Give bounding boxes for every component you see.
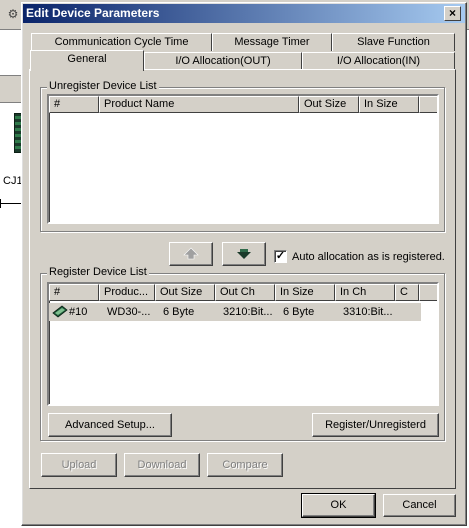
tab-slave-function[interactable]: Slave Function xyxy=(332,33,455,51)
column-header-out-size[interactable]: Out Size xyxy=(299,96,359,113)
column-header-in-size[interactable]: In Size xyxy=(275,284,335,301)
auto-allocation-checkbox[interactable]: ✓ xyxy=(274,250,287,263)
tab-io-allocation-in[interactable]: I/O Allocation(IN) xyxy=(302,52,455,70)
cell-out-ch: 3210:Bit... xyxy=(223,306,273,318)
column-header-product[interactable]: Produc... xyxy=(99,284,155,301)
column-header-out-ch[interactable]: Out Ch xyxy=(215,284,275,301)
column-header-out-size[interactable]: Out Size xyxy=(155,284,215,301)
network-line-tick xyxy=(0,199,1,208)
compare-button[interactable]: Compare xyxy=(207,453,283,477)
table-row[interactable]: #10 WD30-... 6 Byte 3210:Bit... 6 Byte 3… xyxy=(49,303,421,321)
tab-label: I/O Allocation(OUT) xyxy=(175,55,271,67)
arrow-down-icon xyxy=(237,249,251,259)
column-header-c[interactable]: C xyxy=(395,284,419,301)
move-up-button[interactable] xyxy=(169,242,213,266)
ok-button[interactable]: OK xyxy=(301,493,376,518)
arrow-up-icon xyxy=(183,247,199,260)
tab-label: Communication Cycle Time xyxy=(54,36,189,48)
cell-out-size: 6 Byte xyxy=(163,306,195,318)
gear-icon[interactable]: ⚙ xyxy=(6,7,20,21)
advanced-setup-button[interactable]: Advanced Setup... xyxy=(48,413,172,437)
upload-button[interactable]: Upload xyxy=(41,453,117,477)
cancel-button[interactable]: Cancel xyxy=(383,494,456,517)
column-header-product-name[interactable]: Product Name xyxy=(99,96,299,113)
dialog-title: Edit Device Parameters xyxy=(26,6,160,20)
column-header-in-ch[interactable]: In Ch xyxy=(335,284,395,301)
device-module-icon xyxy=(52,305,68,318)
move-down-button[interactable] xyxy=(222,242,266,266)
register-unregister-button[interactable]: Register/Unregisterd xyxy=(312,413,439,437)
tab-label: I/O Allocation(IN) xyxy=(336,55,421,67)
register-device-list[interactable]: # Produc... Out Size Out Ch In Size In C… xyxy=(47,282,439,406)
tab-label: Message Timer xyxy=(234,36,310,48)
column-header-filler xyxy=(419,284,437,301)
cell-number: #10 xyxy=(69,306,88,318)
register-device-group-label: Register Device List xyxy=(47,266,149,279)
tab-communication-cycle-time[interactable]: Communication Cycle Time xyxy=(31,33,212,51)
column-header-number[interactable]: # xyxy=(49,96,99,113)
close-button[interactable]: × xyxy=(444,6,461,21)
unregister-device-group-label: Unregister Device List xyxy=(47,80,159,93)
auto-allocation-label: Auto allocation as is registered. xyxy=(292,251,445,263)
tab-label: Slave Function xyxy=(357,36,430,48)
tab-label: General xyxy=(67,53,107,65)
close-icon: × xyxy=(448,6,456,20)
cell-c xyxy=(399,304,419,320)
cell-in-size: 6 Byte xyxy=(283,306,315,318)
unregister-device-list[interactable]: # Product Name Out Size In Size xyxy=(47,94,439,224)
download-button[interactable]: Download xyxy=(124,453,200,477)
column-header-number[interactable]: # xyxy=(49,284,99,301)
tab-io-allocation-out[interactable]: I/O Allocation(OUT) xyxy=(144,52,302,70)
background-device-label: CJ1 xyxy=(3,175,23,187)
tab-message-timer[interactable]: Message Timer xyxy=(212,33,332,51)
tab-general[interactable]: General xyxy=(30,50,144,71)
column-header-filler xyxy=(419,96,437,113)
cell-product: WD30-... xyxy=(107,306,151,318)
column-header-in-size[interactable]: In Size xyxy=(359,96,419,113)
cell-in-ch: 3310:Bit... xyxy=(343,306,393,318)
